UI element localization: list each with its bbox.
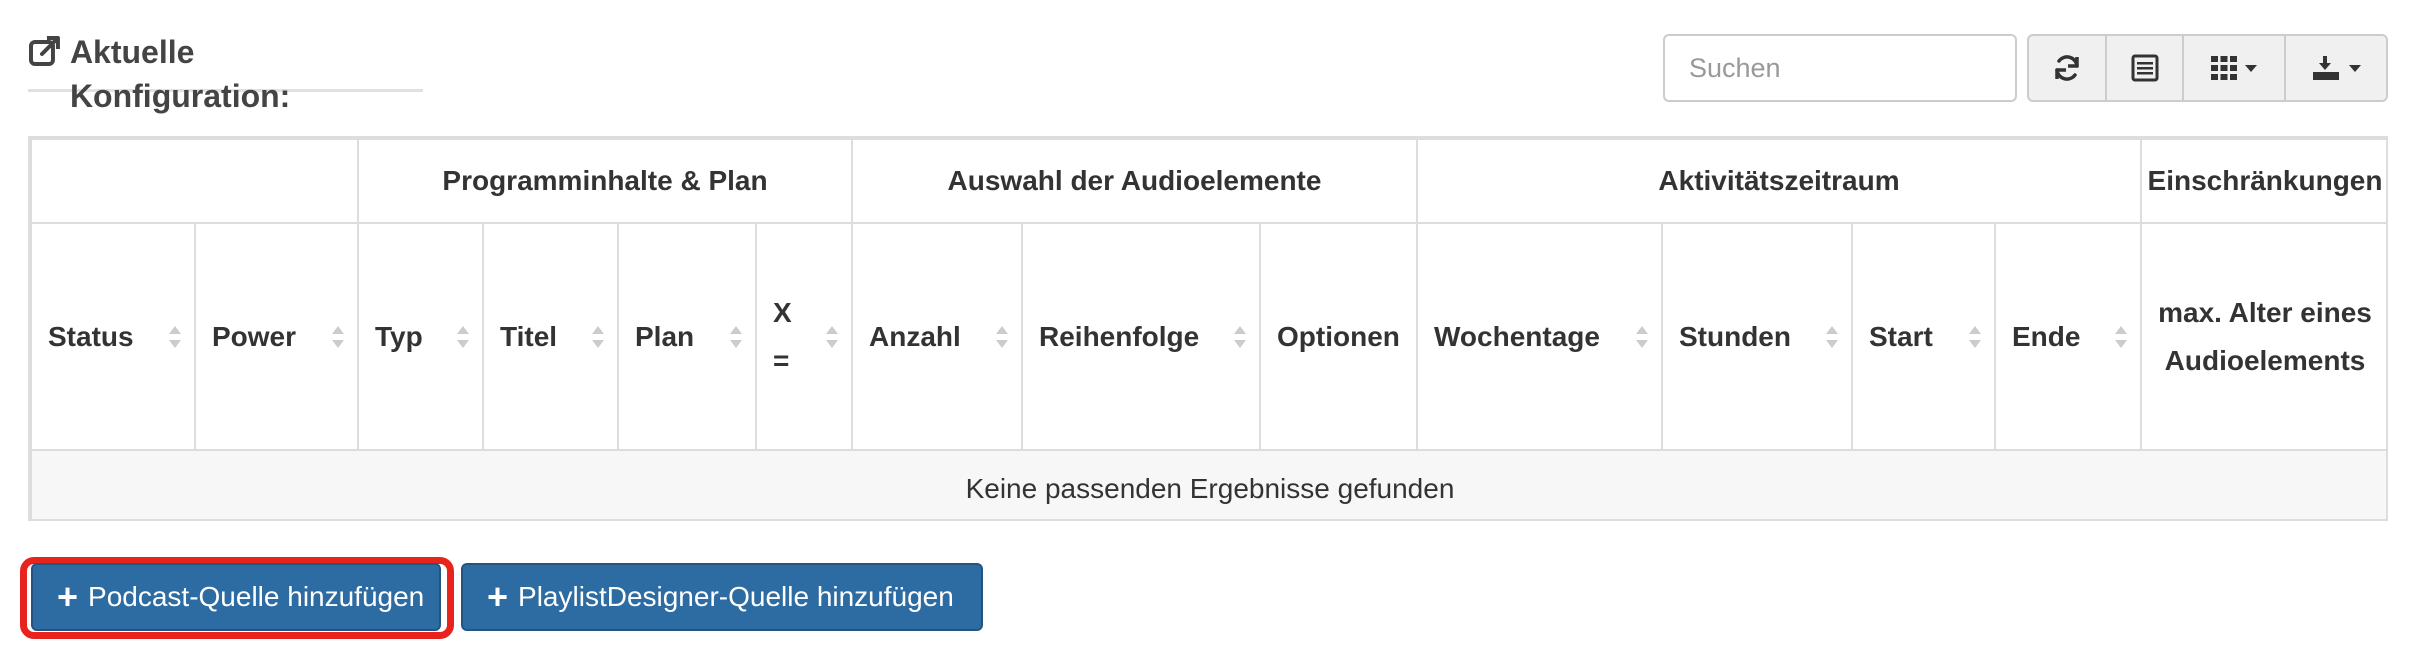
- sort-icon: [1636, 325, 1648, 348]
- list-view-icon: [2131, 54, 2158, 82]
- sort-icon: [169, 325, 181, 348]
- chevron-down-icon: [2245, 64, 2257, 72]
- column-header-stunden[interactable]: Stunden: [1661, 222, 1853, 451]
- search-input[interactable]: [1663, 34, 2017, 102]
- column-header-wochentage[interactable]: Wochentage: [1416, 222, 1663, 451]
- sort-icon: [457, 325, 469, 348]
- column-header-optionen: Optionen: [1259, 222, 1418, 451]
- sort-icon: [996, 325, 1008, 348]
- column-header-power[interactable]: Power: [194, 222, 359, 451]
- sort-icon: [1234, 325, 1246, 348]
- refresh-icon: [2055, 55, 2079, 81]
- add-playlistdesigner-source-button[interactable]: + PlaylistDesigner-Quelle hinzufügen: [461, 563, 983, 631]
- plus-icon: +: [57, 576, 79, 617]
- column-header-status[interactable]: Status: [30, 222, 196, 451]
- add-playlistdesigner-label: PlaylistDesigner-Quelle hinzufügen: [518, 581, 954, 612]
- column-label: Stunden: [1679, 320, 1791, 352]
- column-label: X =: [773, 296, 792, 376]
- column-header-anzahl[interactable]: Anzahl: [851, 222, 1023, 451]
- empty-table-message: Keine passenden Ergebnisse gefunden: [30, 449, 2386, 519]
- section-title: Aktuelle Konfiguration:: [28, 30, 423, 114]
- chevron-down-icon: [2349, 64, 2361, 72]
- export-icon: [2313, 56, 2339, 80]
- column-header-max-alter: max. Alter eines Audioelements: [2140, 222, 2386, 451]
- group-header-empty: [30, 138, 359, 224]
- columns-icon: [2211, 56, 2237, 80]
- column-label: max. Alter eines Audioelements: [2158, 296, 2372, 376]
- column-header-x[interactable]: X =: [755, 222, 853, 451]
- column-label: Reihenfolge: [1039, 320, 1200, 352]
- group-header-restrictions: Einschränkungen: [2140, 138, 2386, 224]
- sort-icon: [1826, 325, 1838, 348]
- column-header-titel[interactable]: Titel: [482, 222, 619, 451]
- export-dropdown-button[interactable]: [2284, 34, 2388, 102]
- sort-icon: [592, 325, 604, 348]
- sort-icon: [730, 325, 742, 348]
- columns-dropdown-button[interactable]: [2182, 34, 2286, 102]
- column-header-plan[interactable]: Plan: [617, 222, 757, 451]
- column-header-typ[interactable]: Typ: [357, 222, 484, 451]
- column-header-ende[interactable]: Ende: [1994, 222, 2142, 451]
- column-label: Wochentage: [1434, 320, 1600, 352]
- column-label: Optionen: [1277, 320, 1400, 352]
- table-toolbar: [2027, 34, 2388, 102]
- toggle-view-button[interactable]: [2105, 34, 2184, 102]
- sort-icon: [332, 325, 344, 348]
- external-link-icon: [28, 36, 60, 66]
- group-header-program: Programminhalte & Plan: [357, 138, 853, 224]
- sort-icon: [1969, 325, 1981, 348]
- sort-icon: [2115, 325, 2127, 348]
- group-header-activity: Aktivitätszeitraum: [1416, 138, 2142, 224]
- configuration-table: Programminhalte & Plan Auswahl der Audio…: [28, 136, 2388, 521]
- section-title-text: Aktuelle Konfiguration:: [69, 34, 291, 114]
- column-header-reihenfolge[interactable]: Reihenfolge: [1021, 222, 1261, 451]
- add-podcast-source-button[interactable]: + Podcast-Quelle hinzufügen: [31, 563, 441, 631]
- refresh-button[interactable]: [2027, 34, 2107, 102]
- group-header-audio: Auswahl der Audioelemente: [851, 138, 1418, 224]
- add-podcast-label: Podcast-Quelle hinzufügen: [88, 581, 425, 612]
- sort-icon: [826, 325, 838, 348]
- column-header-start[interactable]: Start: [1851, 222, 1996, 451]
- plus-icon: +: [487, 576, 509, 617]
